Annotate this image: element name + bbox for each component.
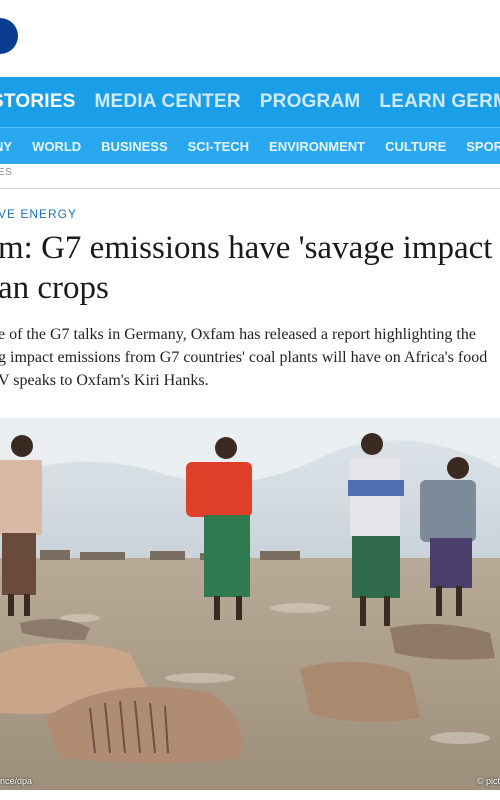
section-navigation: NY WORLD BUSINESS SCI-TECH ENVIRONMENT C… <box>0 127 500 164</box>
nav-item-business[interactable]: BUSINESS <box>101 139 167 154</box>
nav-item-sci-tech[interactable]: SCI-TECH <box>188 139 249 154</box>
breadcrumb[interactable]: ES <box>0 167 12 178</box>
lead-line-2: g impact emissions from G7 countries' co… <box>0 349 488 366</box>
photo-credit-right: © pict <box>476 776 500 786</box>
article-headline: m: G7 emissions have 'savage impact an c… <box>0 228 500 308</box>
divider <box>0 188 500 189</box>
main-navigation: STORIES MEDIA CENTER PROGRAM LEARN GERMA… <box>0 77 500 127</box>
nav-item-world[interactable]: WORLD <box>32 139 81 154</box>
person-3 <box>348 433 404 626</box>
headline-line-2: an crops <box>0 270 109 306</box>
logo[interactable] <box>0 18 18 54</box>
nav-item-sports[interactable]: SPORTS <box>466 139 500 154</box>
article-lead: e of the G7 talks in Germany, Oxfam has … <box>0 323 500 392</box>
nav-item-stories[interactable]: STORIES <box>0 91 75 113</box>
nav-item-media-center[interactable]: MEDIA CENTER <box>94 91 240 113</box>
nav-item-program[interactable]: PROGRAM <box>260 91 361 113</box>
article-kicker[interactable]: VE ENERGY <box>0 207 77 221</box>
nav-item-culture[interactable]: CULTURE <box>385 139 446 154</box>
article-photo[interactable]: nce/dpa © pict <box>0 418 500 790</box>
headline-line-1: m: G7 emissions have 'savage impact <box>0 230 493 266</box>
lead-line-1: e of the G7 talks in Germany, Oxfam has … <box>0 326 476 343</box>
drought-scene-image <box>0 418 500 790</box>
photo-credit-left: nce/dpa <box>0 776 33 786</box>
lead-line-3: V speaks to Oxfam's Kiri Hanks. <box>0 372 209 389</box>
nav-item-germany[interactable]: NY <box>0 139 12 154</box>
nav-item-learn-german[interactable]: LEARN GERMAN <box>379 91 500 113</box>
person-1 <box>0 435 42 616</box>
nav-item-environment[interactable]: ENVIRONMENT <box>269 139 365 154</box>
